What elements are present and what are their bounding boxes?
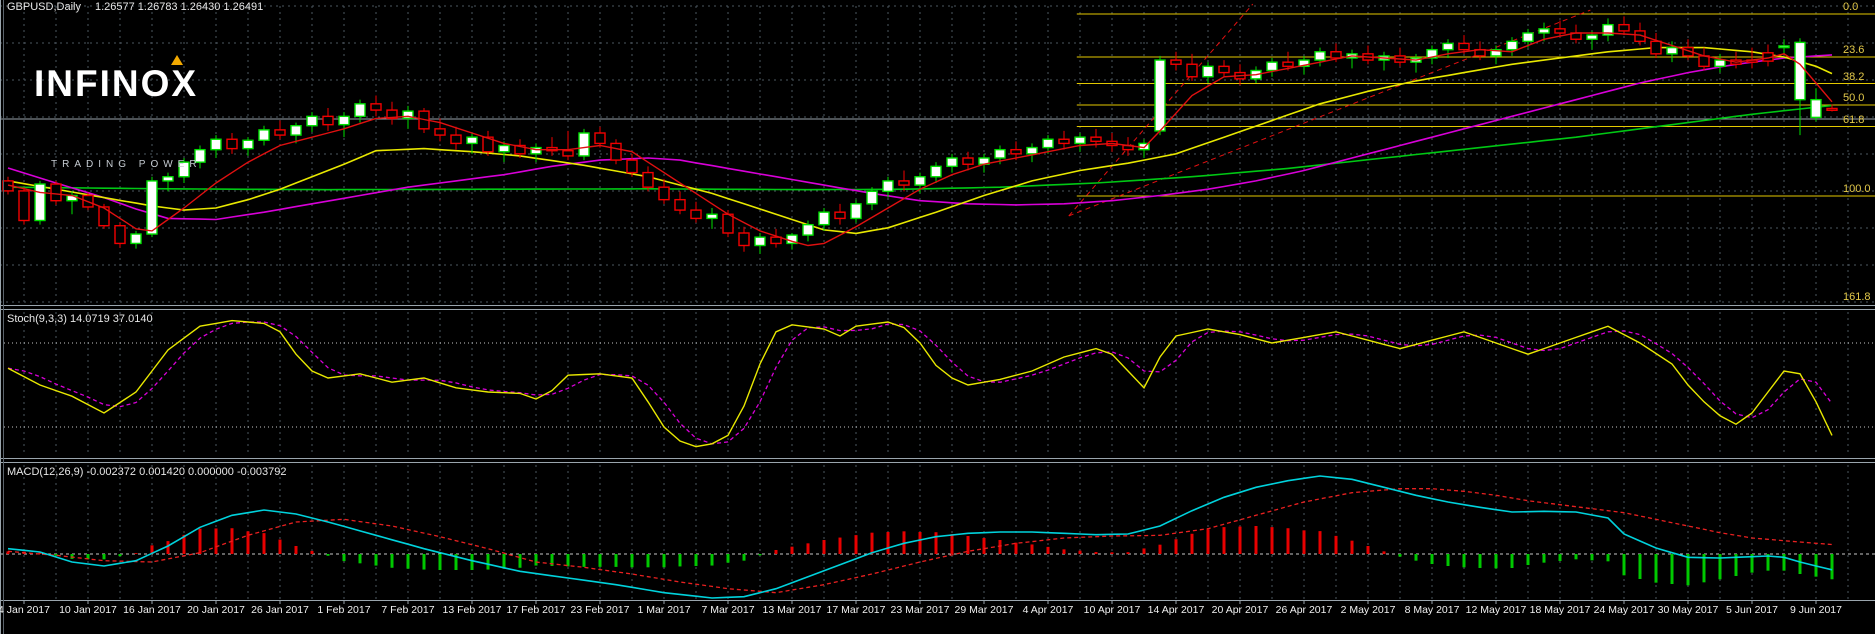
- fibonacci-retracement: [1077, 14, 1875, 196]
- fib-level-label: 61.8: [1843, 114, 1864, 126]
- symbol-timeframe: GBPUSD,Daily: [7, 1, 81, 13]
- fib-level-label: 38.2: [1843, 71, 1864, 83]
- logo-text: INFINOX: [34, 64, 234, 104]
- x-axis-label: 2 May 2017: [1341, 604, 1396, 616]
- fib-level-label: 0.0: [1843, 1, 1858, 13]
- x-axis-label: 20 Apr 2017: [1212, 604, 1269, 616]
- x-axis-label: 12 May 2017: [1466, 604, 1527, 616]
- x-axis-label: 18 May 2017: [1530, 604, 1591, 616]
- x-axis-label: 16 Jan 2017: [123, 604, 181, 616]
- x-axis-label: 7 Mar 2017: [701, 604, 754, 616]
- fib-level-label: 100.0: [1843, 183, 1871, 195]
- fib-level-label: 23.6: [1843, 44, 1864, 56]
- x-axis-label: 29 Mar 2017: [955, 604, 1014, 616]
- indicator-levels: [0, 343, 1875, 554]
- x-axis-label: 17 Mar 2017: [827, 604, 886, 616]
- fib-level-label: 161.8: [1843, 291, 1871, 303]
- x-axis-label: 23 Feb 2017: [571, 604, 630, 616]
- x-axis-label: 17 Feb 2017: [507, 604, 566, 616]
- chart-canvas[interactable]: [0, 0, 1875, 634]
- broker-logo: INFINOX TRADING POWER: [34, 28, 234, 206]
- fib-level-label: 50.0: [1843, 92, 1864, 104]
- x-axis-label: 10 Jan 2017: [59, 604, 117, 616]
- logo-tagline: TRADING POWER: [34, 159, 234, 170]
- x-axis-label: 14 Apr 2017: [1148, 604, 1205, 616]
- x-axis-label: 4 Apr 2017: [1023, 604, 1074, 616]
- x-axis-label: 4 Jan 2017: [0, 604, 50, 616]
- mt4-chart-window: GBPUSD,Daily 1.26577 1.26783 1.26430 1.26…: [0, 0, 1875, 634]
- x-axis-label: 10 Apr 2017: [1084, 604, 1141, 616]
- ohlc-values: 1.26577 1.26783 1.26430 1.26491: [95, 1, 263, 13]
- x-axis-label: 7 Feb 2017: [381, 604, 434, 616]
- x-axis-label: 5 Jun 2017: [1726, 604, 1778, 616]
- x-axis-label: 8 May 2017: [1405, 604, 1460, 616]
- x-axis-label: 1 Mar 2017: [637, 604, 690, 616]
- x-axis-label: 23 Mar 2017: [891, 604, 950, 616]
- x-axis-label: 20 Jan 2017: [187, 604, 245, 616]
- chart-title: GBPUSD,Daily 1.26577 1.26783 1.26430 1.26…: [7, 1, 263, 13]
- x-axis-label: 26 Apr 2017: [1276, 604, 1333, 616]
- stochastic-indicator-label: Stoch(9,3,3) 14.0719 37.0140: [7, 313, 153, 325]
- macd-indicator-label: MACD(12,26,9) -0.002372 0.001420 0.00000…: [7, 466, 287, 478]
- x-axis-label: 13 Feb 2017: [443, 604, 502, 616]
- x-axis-label: 30 May 2017: [1658, 604, 1719, 616]
- x-axis-label: 1 Feb 2017: [317, 604, 370, 616]
- logo-triangle-icon: [171, 55, 183, 65]
- x-axis-label: 13 Mar 2017: [763, 604, 822, 616]
- x-axis-label: 9 Jun 2017: [1790, 604, 1842, 616]
- x-axis-label: 26 Jan 2017: [251, 604, 309, 616]
- x-axis-label: 24 May 2017: [1594, 604, 1655, 616]
- trendlines: [1069, 4, 1591, 216]
